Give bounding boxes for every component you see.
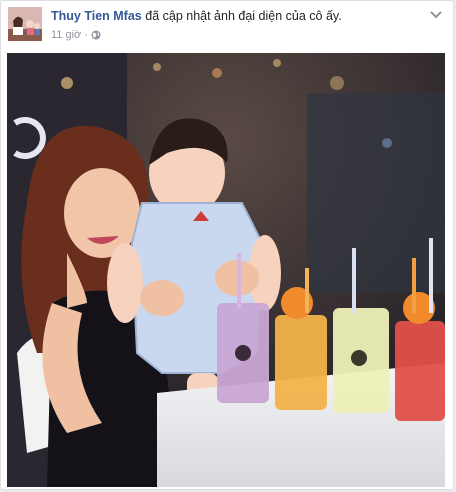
globe-icon[interactable] [91,30,101,40]
avatar-image [8,7,42,41]
chevron-down-icon[interactable] [429,7,443,19]
author-avatar[interactable] [8,7,42,41]
post-card: Thuy Tien Mfas đã cập nhật ảnh đại diện … [0,0,454,490]
separator-dot: · [84,29,88,41]
post-action-text: đã cập nhật ảnh đại diện của cô ấy. [145,9,342,23]
post-meta: 11 giờ · [51,29,101,41]
author-name-link[interactable]: Thuy Tien Mfas [51,9,142,23]
photo-image [7,53,445,487]
post-timestamp[interactable]: 11 giờ [51,29,81,41]
profile-photo[interactable] [7,53,445,487]
post-header: Thuy Tien Mfas đã cập nhật ảnh đại diện … [51,9,342,23]
